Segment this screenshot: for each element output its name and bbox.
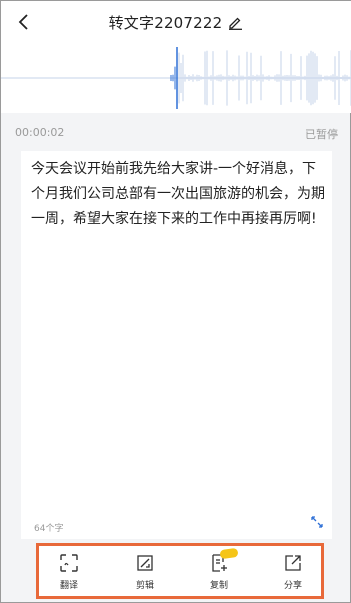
app-screen: 转文字2207222 00:00:02 已暂停 今天会议开始前我先给大家讲-一个… — [0, 0, 351, 603]
top-bar: 转文字2207222 — [1, 1, 351, 43]
copy-button[interactable]: 复制 — [195, 547, 243, 596]
action-toolbar: 翻译 剪辑 复制 分享 — [36, 543, 324, 599]
waveform-graphic — [1, 47, 351, 109]
page-title: 转文字2207222 — [108, 13, 223, 32]
clip-button[interactable]: 剪辑 — [121, 552, 169, 596]
rename-button[interactable] — [226, 13, 244, 31]
char-count: 64个字 — [34, 524, 64, 534]
expand-arrows-icon — [311, 516, 323, 528]
waveform[interactable] — [1, 43, 351, 113]
title-area: 转文字2207222 — [1, 10, 351, 34]
transcript-text[interactable]: 今天会议开始前我先给大家讲-一个好消息，下个月我们公司总部有一次出国旅游的机会，… — [31, 157, 326, 232]
playback-status: 已暂停 — [305, 128, 338, 141]
clip-label: 剪辑 — [135, 581, 154, 591]
playback-info: 00:00:02 已暂停 — [1, 123, 351, 143]
translate-icon — [58, 552, 80, 574]
translate-label: 翻译 — [59, 581, 78, 591]
crop-icon — [134, 552, 156, 574]
copy-label: 复制 — [209, 581, 228, 591]
copy-icon — [208, 547, 239, 574]
expand-button[interactable] — [309, 514, 325, 530]
share-icon — [282, 552, 304, 574]
transcript-card: 今天会议开始前我先给大家讲-一个好消息，下个月我们公司总部有一次出国旅游的机会，… — [21, 151, 332, 539]
current-time: 00:00:02 — [15, 126, 65, 139]
translate-button[interactable]: 翻译 — [45, 552, 93, 596]
share-label: 分享 — [283, 581, 302, 591]
share-button[interactable]: 分享 — [269, 552, 317, 596]
highlight-mark — [219, 547, 239, 560]
pencil-icon — [228, 17, 242, 30]
